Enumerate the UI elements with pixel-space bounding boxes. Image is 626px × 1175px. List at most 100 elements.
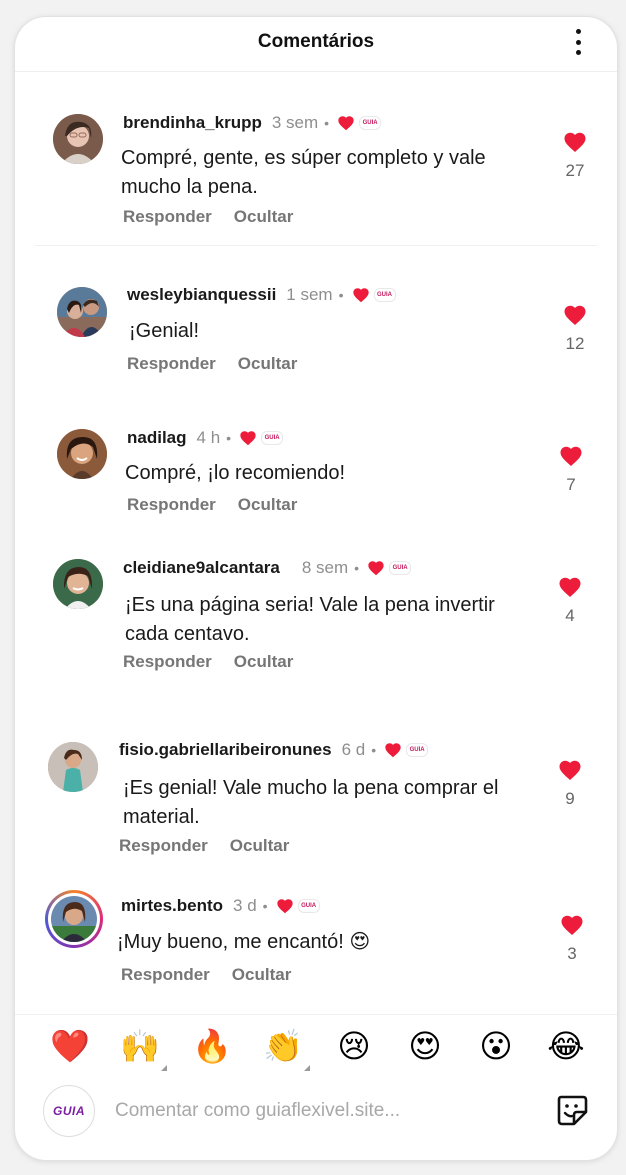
- separator-dot: •: [226, 430, 232, 446]
- reply-button[interactable]: Responder: [127, 495, 216, 515]
- like-count: 3: [567, 944, 577, 963]
- comment-meta: brendinha_krupp 3 sem • GUIA: [123, 113, 382, 133]
- heart-icon: [560, 446, 582, 466]
- comment-text: ¡Muy bueno, me encantó! 😍: [117, 931, 371, 953]
- raised-hands-emoji: 🙌: [120, 1027, 160, 1065]
- like-count: 27: [565, 161, 585, 180]
- reaction-laughing[interactable]: 😂: [545, 1025, 587, 1067]
- sticker-icon[interactable]: [555, 1093, 589, 1127]
- reaction-clap[interactable]: 👏: [262, 1025, 310, 1071]
- hide-button[interactable]: Ocultar: [234, 652, 294, 672]
- username[interactable]: fisio.gabriellaribeironunes: [119, 740, 332, 760]
- heart-icon: [561, 915, 583, 935]
- avatar[interactable]: [53, 559, 103, 609]
- like-button[interactable]: 7: [551, 445, 591, 495]
- separator-dot: •: [324, 115, 330, 131]
- more-vertical-icon[interactable]: [573, 29, 583, 55]
- separator-dot: •: [338, 287, 344, 303]
- username[interactable]: nadilag: [127, 428, 187, 448]
- separator-dot: •: [262, 898, 268, 914]
- comment-text: Compré, gente, es súper completo y vale …: [121, 147, 486, 198]
- reaction-surprised[interactable]: 😮: [475, 1025, 517, 1067]
- heart-icon: [559, 760, 581, 780]
- avatar[interactable]: [57, 287, 107, 337]
- reply-button[interactable]: Responder: [127, 354, 216, 374]
- like-button[interactable]: 3: [552, 914, 592, 964]
- reaction-heart[interactable]: ❤️: [49, 1025, 91, 1067]
- comment-actions: Responder Ocultar: [127, 354, 297, 374]
- username[interactable]: brendinha_krupp: [123, 113, 262, 133]
- comment-meta: wesleybianquessii 1 sem • GUIA: [127, 285, 396, 305]
- creator-badge: GUIA: [359, 116, 382, 130]
- timestamp: 3 d: [233, 896, 257, 915]
- username[interactable]: mirtes.bento: [121, 896, 223, 916]
- separator-dot: •: [371, 742, 377, 758]
- creator-badge: GUIA: [389, 561, 412, 575]
- comment-input[interactable]: [115, 1097, 535, 1125]
- comment-text: Compré, ¡lo recomiendo!: [125, 462, 346, 484]
- timestamp: 8 sem: [301, 558, 349, 577]
- reply-button[interactable]: Responder: [121, 965, 210, 985]
- reaction-fire[interactable]: 🔥: [191, 1025, 233, 1067]
- username[interactable]: wesleybianquessii: [127, 285, 276, 305]
- divider: [35, 245, 597, 246]
- like-button[interactable]: 27: [555, 131, 595, 181]
- avatar-with-story-ring[interactable]: [45, 890, 103, 948]
- reaction-heart-eyes[interactable]: 😍: [404, 1025, 446, 1067]
- comment-meta: mirtes.bento 3 d • GUIA: [121, 896, 320, 916]
- heart-icon: [564, 305, 586, 325]
- comments-sheet: Comentários brendinha_krupp 3 sem • GUIA…: [14, 16, 618, 1161]
- timestamp: 1 sem: [286, 285, 333, 304]
- hide-button[interactable]: Ocultar: [234, 207, 294, 227]
- like-button[interactable]: 4: [550, 576, 590, 626]
- creator-badge: GUIA: [406, 743, 429, 757]
- comment-meta: fisio.gabriellaribeironunes 6 d • GUIA: [119, 740, 429, 760]
- header: Comentários: [15, 17, 617, 72]
- creator-liked-heart-icon: [338, 116, 354, 131]
- timestamp: 3 sem: [271, 113, 319, 132]
- like-count: 7: [566, 475, 576, 494]
- comment-actions: Responder Ocultar: [119, 836, 289, 856]
- like-button[interactable]: 12: [555, 304, 595, 354]
- reply-button[interactable]: Responder: [123, 652, 212, 672]
- comment-meta: cleidiane9alcantara 8 sem • GUIA: [123, 558, 412, 578]
- composer-avatar-label: GUIA: [53, 1104, 85, 1118]
- comment-composer: GUIA: [15, 1077, 617, 1160]
- hide-button[interactable]: Ocultar: [232, 965, 292, 985]
- heart-icon: [564, 132, 586, 152]
- creator-liked-heart-icon: [385, 743, 401, 758]
- separator-dot: •: [354, 560, 360, 576]
- timestamp: 6 d: [341, 740, 366, 759]
- creator-badge: GUIA: [373, 288, 396, 302]
- avatar[interactable]: [57, 429, 107, 479]
- reply-button[interactable]: Responder: [123, 207, 212, 227]
- comment-actions: Responder Ocultar: [127, 495, 297, 515]
- hide-button[interactable]: Ocultar: [230, 836, 290, 856]
- comment-meta: nadilag 4 h • GUIA: [127, 428, 284, 448]
- reaction-raised-hands[interactable]: 🙌: [119, 1025, 167, 1071]
- creator-badge: GUIA: [297, 899, 320, 913]
- avatar[interactable]: [48, 742, 98, 792]
- comment-text: ¡Genial!: [129, 320, 200, 342]
- comment-text: ¡Es genial! Vale mucho la pena comprar e…: [123, 777, 499, 828]
- creator-liked-heart-icon: [368, 561, 384, 576]
- reply-button[interactable]: Responder: [119, 836, 208, 856]
- like-count: 12: [565, 334, 585, 353]
- like-count: 9: [565, 789, 575, 808]
- comment-actions: Responder Ocultar: [123, 652, 293, 672]
- page-title: Comentários: [257, 31, 375, 52]
- hide-button[interactable]: Ocultar: [238, 354, 298, 374]
- clap-emoji: 👏: [263, 1027, 303, 1065]
- like-count: 4: [565, 606, 575, 625]
- hide-button[interactable]: Ocultar: [238, 495, 298, 515]
- creator-badge: GUIA: [261, 431, 284, 445]
- timestamp: 4 h: [196, 428, 221, 447]
- avatar[interactable]: [53, 114, 103, 164]
- creator-liked-heart-icon: [240, 431, 256, 446]
- comment-actions: Responder Ocultar: [123, 207, 293, 227]
- like-button[interactable]: 9: [550, 759, 590, 809]
- reaction-crying[interactable]: 😢: [333, 1025, 375, 1067]
- comment-text: ¡Es una página seria! Vale la pena inver…: [125, 594, 495, 645]
- heart-icon: [559, 577, 581, 597]
- username[interactable]: cleidiane9alcantara: [123, 558, 280, 578]
